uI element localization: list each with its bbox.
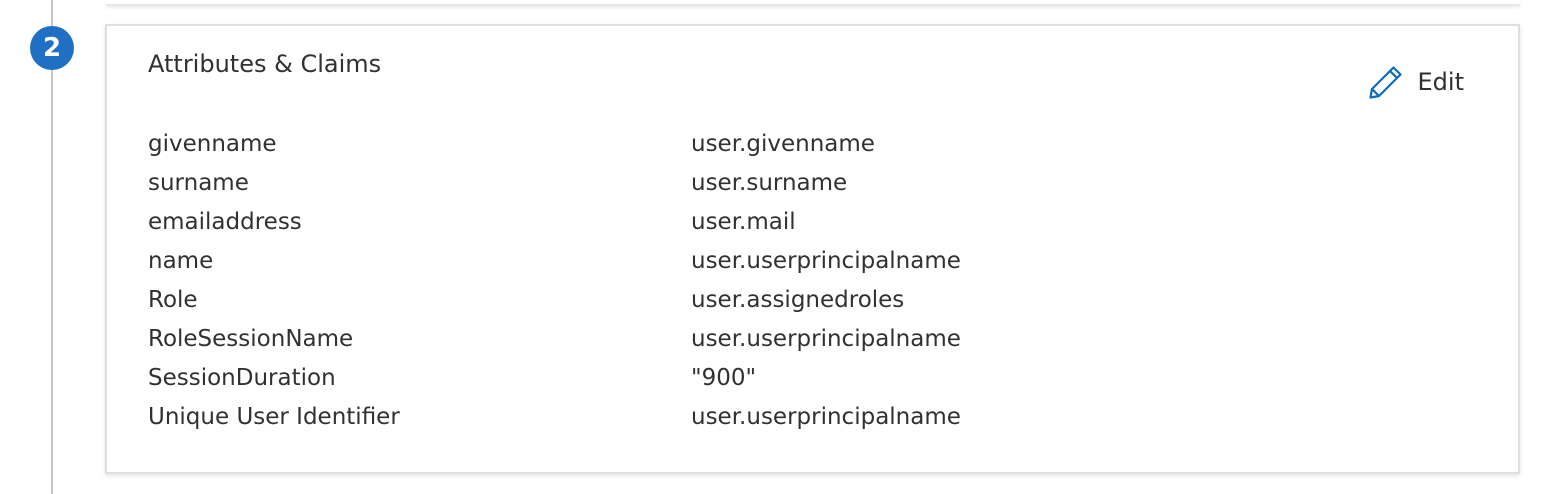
claim-value: user.userprincipalname (691, 403, 961, 430)
claim-row: givenname user.givenname (148, 124, 961, 163)
claim-row: name user.userprincipalname (148, 241, 961, 280)
claim-name: RoleSessionName (148, 325, 354, 352)
step-number-badge: 2 (30, 26, 74, 70)
claim-name: Unique User Identifier (148, 403, 400, 430)
claim-value: "900" (691, 364, 757, 391)
claim-value: user.assignedroles (691, 286, 905, 313)
step-timeline-line (51, 0, 53, 494)
sso-configuration-step: 2 Attributes & Claims Edit givenname use… (0, 0, 1560, 494)
claim-row: emailaddress user.mail (148, 202, 961, 241)
claim-row: RoleSessionName user.userprincipalname (148, 319, 961, 358)
pencil-icon (1368, 64, 1404, 100)
claim-row: surname user.surname (148, 163, 961, 202)
claim-row: SessionDuration "900" (148, 358, 961, 397)
claim-value: user.userprincipalname (691, 325, 961, 352)
claim-value: user.surname (691, 169, 848, 196)
claim-row: Unique User Identifier user.userprincipa… (148, 397, 961, 436)
claims-list: givenname user.givenname surname user.su… (148, 124, 961, 436)
claim-name: SessionDuration (148, 364, 336, 391)
edit-label: Edit (1417, 68, 1464, 96)
attributes-claims-card: Attributes & Claims Edit givenname user.… (105, 24, 1520, 474)
edit-button[interactable]: Edit (1368, 64, 1464, 100)
claim-value: user.mail (691, 208, 796, 235)
claim-name: emailaddress (148, 208, 302, 235)
claim-name: name (148, 247, 214, 274)
claim-value: user.givenname (691, 130, 875, 157)
claim-name: Role (148, 286, 198, 313)
claim-row: Role user.assignedroles (148, 280, 961, 319)
card-title: Attributes & Claims (148, 50, 382, 78)
claim-name: givenname (148, 130, 277, 157)
claim-name: surname (148, 169, 249, 196)
claim-value: user.userprincipalname (691, 247, 961, 274)
previous-card-edge (106, 0, 1520, 6)
